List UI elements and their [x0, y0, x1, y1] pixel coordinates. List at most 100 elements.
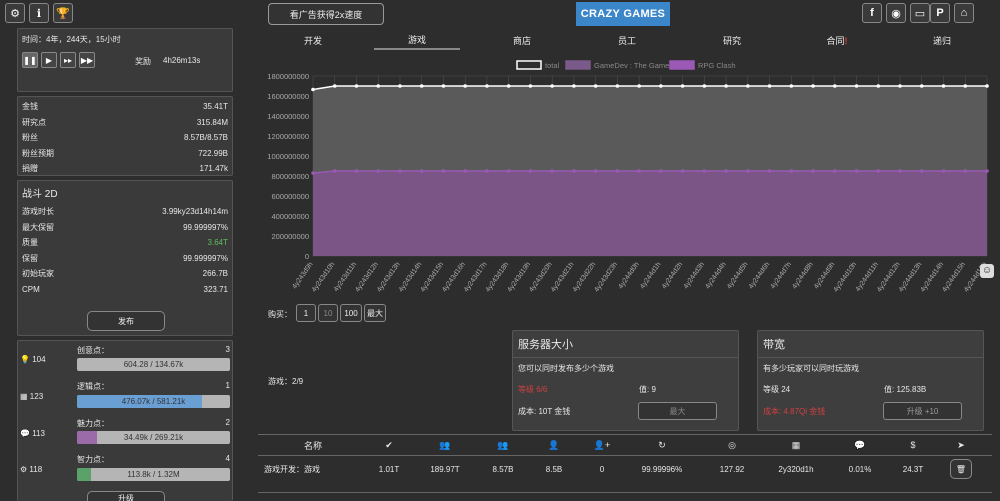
- x-tick-label: 4y243d9h: [291, 261, 314, 290]
- rpg-clash-line-point: [941, 169, 946, 173]
- rpg-clash-line-point: [376, 169, 381, 173]
- play-icon[interactable]: ▶: [41, 52, 57, 68]
- check-icon: ✔: [385, 439, 393, 450]
- fastest-forward-icon[interactable]: ▶▶: [79, 52, 95, 68]
- total-line-point: [354, 84, 359, 88]
- refresh-icon: ↻: [658, 439, 666, 450]
- intelligence-staff: ⚙ 118: [20, 465, 43, 474]
- server-max-button[interactable]: 最大: [638, 402, 717, 420]
- rpg-clash-line-point: [833, 169, 837, 173]
- tab-staff[interactable]: 员工: [584, 31, 670, 50]
- reward-value: 4h26m13s: [163, 56, 201, 65]
- pause-icon[interactable]: ❚❚: [22, 52, 38, 68]
- charisma-bar: 34.49k / 269.21k: [77, 431, 230, 444]
- total-line-point: [441, 84, 446, 88]
- players-chart: 0 200000000 400000000 600000000 800000000 100…: [267, 60, 989, 294]
- facebook-icon[interactable]: f: [862, 3, 882, 23]
- server-value: 值: 9: [639, 385, 656, 394]
- monitor-icon[interactable]: ▭: [910, 3, 930, 23]
- total-line-point: [485, 84, 489, 88]
- total-line-point: [941, 84, 946, 88]
- creativity-label-row: 创意点： 3: [77, 345, 230, 355]
- x-tick-label: 4y244d8h: [791, 261, 814, 290]
- buy-max-button[interactable]: 最大: [364, 304, 386, 322]
- fast-forward-icon[interactable]: ▸▸: [60, 52, 76, 68]
- resource-donations: 捐赠 171.47k: [22, 164, 228, 173]
- rpg-clash-line-point: [485, 169, 489, 173]
- x-tick-label: 4y243d23h: [593, 261, 619, 293]
- rpg-clash-line-point: [354, 169, 359, 173]
- legend-label: GameDev : The Game: [594, 61, 669, 70]
- server-level: 等级 6/6: [518, 385, 548, 394]
- home-icon[interactable]: ⌂: [954, 3, 974, 23]
- tab-research[interactable]: 研究: [689, 31, 775, 50]
- tab-shop[interactable]: 商店: [479, 31, 565, 50]
- info-icon[interactable]: ℹ: [29, 3, 49, 23]
- total-line-point: [528, 84, 533, 88]
- chat-bot-icon[interactable]: ☺: [980, 264, 994, 278]
- legend-label: total: [545, 61, 560, 70]
- settings-icon[interactable]: ⚙: [5, 3, 25, 23]
- logic-label-row: 逻辑点： 1: [77, 381, 230, 391]
- buy-10-button[interactable]: 10: [318, 304, 338, 322]
- game-stat: 质量 3.64T: [22, 238, 228, 247]
- watch-ad-speed-button[interactable]: 看广告获得2x速度: [268, 3, 384, 25]
- game-stat: 保留 99.999997%: [22, 253, 228, 263]
- coins-icon: ◎: [728, 439, 736, 450]
- x-tick-label: 4y244d9h: [813, 261, 836, 290]
- server-title: 服务器大小: [513, 331, 738, 358]
- tab-games[interactable]: 游戏: [374, 31, 460, 50]
- rpg-clash-line-point: [615, 169, 620, 173]
- total-line-point: [702, 84, 707, 88]
- bandwidth-upgrade-button[interactable]: 升级 +10: [883, 402, 962, 420]
- publish-button[interactable]: 发布: [87, 311, 165, 331]
- crazygames-logo: CRAZY GAMES: [576, 2, 670, 26]
- trash-icon[interactable]: 🗑: [950, 459, 972, 479]
- total-line-point: [572, 84, 576, 88]
- y-tick-label: 600000000: [271, 192, 309, 201]
- trophy-icon[interactable]: 🏆: [53, 3, 73, 23]
- total-line-point: [463, 84, 467, 88]
- y-tick-label: 1800000000: [267, 72, 309, 81]
- tab-recursion[interactable]: 递归: [899, 31, 985, 50]
- rpg-clash-line-point: [898, 169, 902, 173]
- tab-contract[interactable]: 合同!: [794, 31, 880, 50]
- games-table-header: 名称 ✔ 👥 👥 👤 👤+ ↻ ◎ ▦ 💬 $ ➤: [258, 434, 992, 456]
- y-tick-label: 400000000: [271, 212, 309, 221]
- rpg-clash-line-point: [659, 169, 663, 173]
- server-size-card: 服务器大小 您可以同时发布多少个游戏 等级 6/6 值: 9 成本: 10T 金钱…: [512, 330, 739, 431]
- alert-badge: !: [844, 35, 848, 46]
- rpg-clash-line-point: [724, 169, 728, 173]
- x-tick-label: 4y244d2h: [661, 261, 684, 290]
- y-tick-label: 1200000000: [267, 132, 309, 141]
- upgrade-button[interactable]: 升级: [87, 491, 165, 501]
- x-tick-label: 4y244d5h: [726, 261, 749, 290]
- intelligence-label-row: 智力点： 4: [77, 454, 230, 464]
- dollar-icon: $: [910, 440, 916, 450]
- game-stat: 初始玩家 266.7B: [22, 269, 228, 278]
- rpg-clash-line-point: [528, 169, 533, 173]
- table-row[interactable]: 游戏开发：游戏 1.01T 189.97T 8.57B 8.5B 0 99.99…: [258, 457, 992, 481]
- lightbulb-icon: 💡: [20, 355, 30, 364]
- y-tick-label: 800000000: [271, 172, 309, 181]
- rpg-clash-line-point: [463, 169, 467, 173]
- y-tick-label: 1600000000: [267, 92, 309, 101]
- game-title: 战斗 2D: [22, 189, 58, 200]
- reddit-icon[interactable]: ◉: [886, 3, 906, 23]
- rpg-clash-line-point: [311, 171, 315, 175]
- total-line-point: [919, 84, 924, 88]
- rpg-clash-line-point: [441, 169, 446, 173]
- total-line-point: [767, 84, 772, 88]
- tab-dev[interactable]: 开发: [270, 31, 356, 50]
- fans-icon: 👥: [497, 439, 509, 450]
- total-line-point: [854, 84, 859, 88]
- buy-1-button[interactable]: 1: [296, 304, 316, 322]
- total-line-point: [985, 84, 989, 88]
- rpg-clash-line-point: [746, 169, 750, 173]
- buy-100-button[interactable]: 100: [340, 304, 362, 322]
- bandwidth-desc: 有多少玩家可以同时玩游戏: [763, 364, 859, 373]
- calculator-icon: ▦: [20, 392, 28, 401]
- name-header: 名称: [303, 440, 322, 451]
- paypal-icon[interactable]: P: [930, 3, 950, 23]
- total-line-point: [311, 87, 315, 92]
